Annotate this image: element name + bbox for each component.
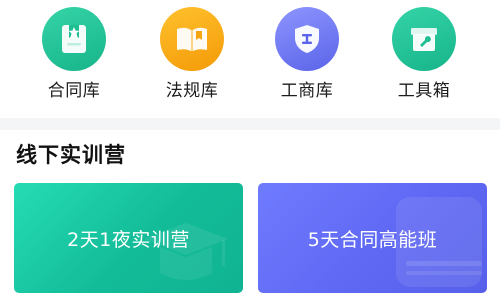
- quick-link-toolbox[interactable]: 工具箱: [366, 0, 482, 110]
- training-card-label: 2天1夜实训营: [67, 228, 190, 251]
- section-title: 线下实训营: [16, 143, 126, 167]
- contract-bookmark-icon: [42, 7, 106, 71]
- section-divider: [0, 118, 500, 130]
- quick-link-regulation-library[interactable]: 法规库: [134, 0, 250, 110]
- shield-icon: [275, 7, 339, 71]
- open-book-icon: [160, 7, 224, 71]
- training-card-label: 5天合同高能班: [307, 228, 438, 251]
- quick-link-label: 合同库: [47, 81, 101, 101]
- toolbox-icon: [392, 7, 456, 71]
- quick-link-label: 工具箱: [397, 81, 451, 101]
- quick-link-business-library[interactable]: 工商库: [249, 0, 365, 110]
- training-card-2day[interactable]: 2天1夜实训营: [14, 183, 243, 293]
- training-card-5day[interactable]: 5天合同高能班: [258, 183, 487, 293]
- quick-link-label: 工商库: [280, 81, 334, 101]
- quick-link-label: 法规库: [165, 81, 219, 101]
- quick-link-contract-library[interactable]: 合同库: [16, 0, 132, 110]
- quick-links-row: 合同库 法规库 工商库 工具箱: [0, 0, 500, 118]
- quick-links-section: 合同库 法规库 工商库 工具箱: [0, 0, 500, 118]
